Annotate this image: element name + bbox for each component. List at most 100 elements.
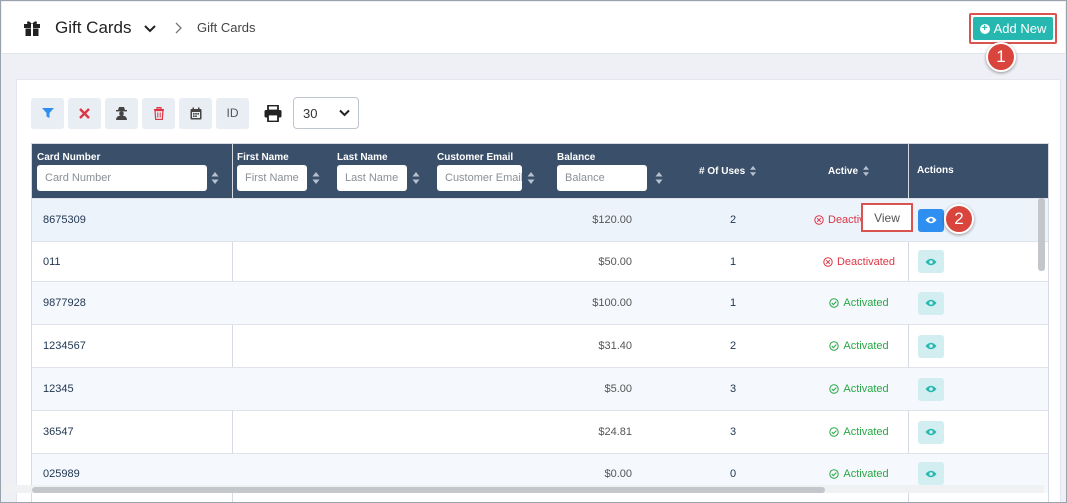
col-balance-label: Balance	[557, 152, 596, 163]
view-button[interactable]	[918, 377, 944, 401]
col-uses-label: # Of Uses	[699, 165, 746, 177]
calendar-button[interactable]	[179, 97, 212, 129]
col-first-name: First Name First Name	[232, 144, 332, 198]
col-last-name-label: Last Name	[337, 152, 388, 163]
view-cell	[918, 325, 944, 367]
last-name-filter-input[interactable]: Last Name	[337, 165, 407, 191]
eye-icon	[925, 342, 937, 350]
view-cell	[918, 242, 944, 281]
view-button[interactable]	[918, 420, 944, 444]
vertical-scrollbar[interactable]	[1038, 198, 1045, 271]
view-cell	[918, 411, 944, 453]
filter-button[interactable]	[31, 97, 64, 129]
table-row[interactable]: 9877928 $100.00 1 Activated	[32, 281, 1048, 324]
add-new-button[interactable]: + Add New	[973, 17, 1053, 40]
table-row[interactable]: 12345 $5.00 3 Activated	[32, 367, 1048, 410]
status-text: Activated	[843, 426, 889, 438]
card-number-cell: 1234567	[43, 340, 86, 352]
sort-icon	[863, 165, 870, 177]
uses-cell: 2	[729, 340, 737, 352]
check-circle-icon	[829, 341, 840, 351]
view-button[interactable]	[918, 208, 944, 232]
gift-cards-table: Card Number Card Number First Name First…	[31, 143, 1049, 502]
card-number-filter-input[interactable]: Card Number	[37, 165, 207, 191]
col-customer-email: Customer Email Customer Email	[432, 144, 552, 198]
app-window: Gift Cards Gift Cards + Add New 1 ID 30 …	[0, 0, 1067, 503]
card-number-cell: 011	[43, 255, 61, 268]
view-button[interactable]	[918, 334, 944, 358]
delete-button[interactable]	[142, 97, 175, 129]
first-name-filter-input[interactable]: First Name	[237, 165, 307, 191]
chevron-down-icon	[339, 109, 350, 117]
col-customer-email-label: Customer Email	[437, 152, 514, 163]
check-circle-icon	[829, 468, 840, 479]
chevron-down-icon[interactable]	[143, 22, 157, 36]
col-actions: Actions	[908, 144, 1048, 198]
col-active-label: Active	[828, 165, 859, 177]
view-button[interactable]	[918, 250, 944, 273]
callout-badge-2: 2	[944, 204, 974, 234]
balance-cell: $100.00	[592, 297, 632, 309]
status-text: Activated	[843, 297, 889, 309]
view-button[interactable]	[918, 291, 944, 315]
balance-cell: $120.00	[592, 214, 632, 226]
user-secret-button[interactable]	[105, 97, 138, 129]
uses-cell: 2	[729, 214, 737, 226]
card-number-cell: 36547	[43, 426, 74, 438]
status-cell: Activated	[804, 282, 914, 324]
status-cell: Activated	[804, 411, 914, 453]
print-button[interactable]	[261, 101, 285, 125]
table-row[interactable]: 36547 $24.81 3 Activated	[32, 410, 1048, 453]
col-active[interactable]: Active	[797, 144, 907, 198]
sort-icon[interactable]	[312, 171, 320, 185]
customer-email-filter-input[interactable]: Customer Email	[437, 165, 522, 191]
page-size-value: 30	[303, 105, 318, 121]
sort-icon[interactable]	[655, 171, 663, 185]
status-text: Activated	[843, 340, 889, 352]
add-new-label: Add New	[993, 21, 1047, 36]
balance-cell: $31.40	[598, 340, 632, 352]
sort-icon[interactable]	[211, 171, 219, 185]
plus-icon: +	[979, 23, 990, 34]
status-cell: Activated	[804, 325, 914, 367]
horizontal-scrollbar-thumb[interactable]	[32, 487, 825, 493]
card-number-cell: 9877928	[43, 297, 86, 309]
view-cell	[918, 282, 944, 324]
breadcrumb[interactable]: Gift Cards	[197, 20, 256, 35]
eye-icon	[925, 258, 937, 265]
calendar-icon	[190, 107, 201, 119]
clear-filter-icon	[79, 107, 90, 119]
gift-icon	[24, 21, 40, 36]
table-row[interactable]: 011 $50.00 1 Deactivated	[32, 241, 1048, 281]
table-row[interactable]: 1234567 $31.40 2 Activated	[32, 324, 1048, 367]
view-button[interactable]	[918, 462, 944, 485]
view-tooltip: View	[861, 203, 913, 232]
col-actions-label: Actions	[917, 165, 954, 176]
trash-icon	[153, 106, 164, 120]
id-button[interactable]: ID	[216, 97, 249, 129]
horizontal-scrollbar[interactable]	[4, 485, 1044, 493]
page-size-select[interactable]: 30	[293, 97, 359, 129]
id-button-label: ID	[226, 106, 239, 120]
check-circle-icon	[829, 384, 840, 394]
x-circle-icon	[823, 256, 833, 267]
filter-icon	[41, 108, 54, 118]
content-panel: ID 30 Card Number Card Number First Name…	[16, 79, 1061, 502]
add-new-highlight: + Add New	[969, 13, 1057, 44]
balance-filter-input[interactable]: Balance	[557, 165, 647, 191]
status-text: Activated	[843, 467, 889, 480]
balance-cell: $5.00	[604, 383, 632, 395]
eye-icon	[925, 470, 937, 477]
table-toolbar: ID 30	[31, 97, 359, 129]
check-circle-icon	[829, 427, 840, 437]
col-uses[interactable]: # Of Uses	[677, 144, 797, 198]
uses-cell: 3	[729, 426, 737, 438]
col-last-name: Last Name Last Name	[332, 144, 432, 198]
status-text: Deactivated	[836, 255, 896, 268]
status-cell: Deactivated	[804, 242, 914, 281]
clear-filter-button[interactable]	[68, 97, 101, 129]
sort-icon[interactable]	[412, 171, 420, 185]
sort-icon[interactable]	[527, 171, 535, 185]
col-first-name-label: First Name	[237, 152, 289, 163]
page-header: Gift Cards Gift Cards + Add New	[2, 2, 1065, 54]
